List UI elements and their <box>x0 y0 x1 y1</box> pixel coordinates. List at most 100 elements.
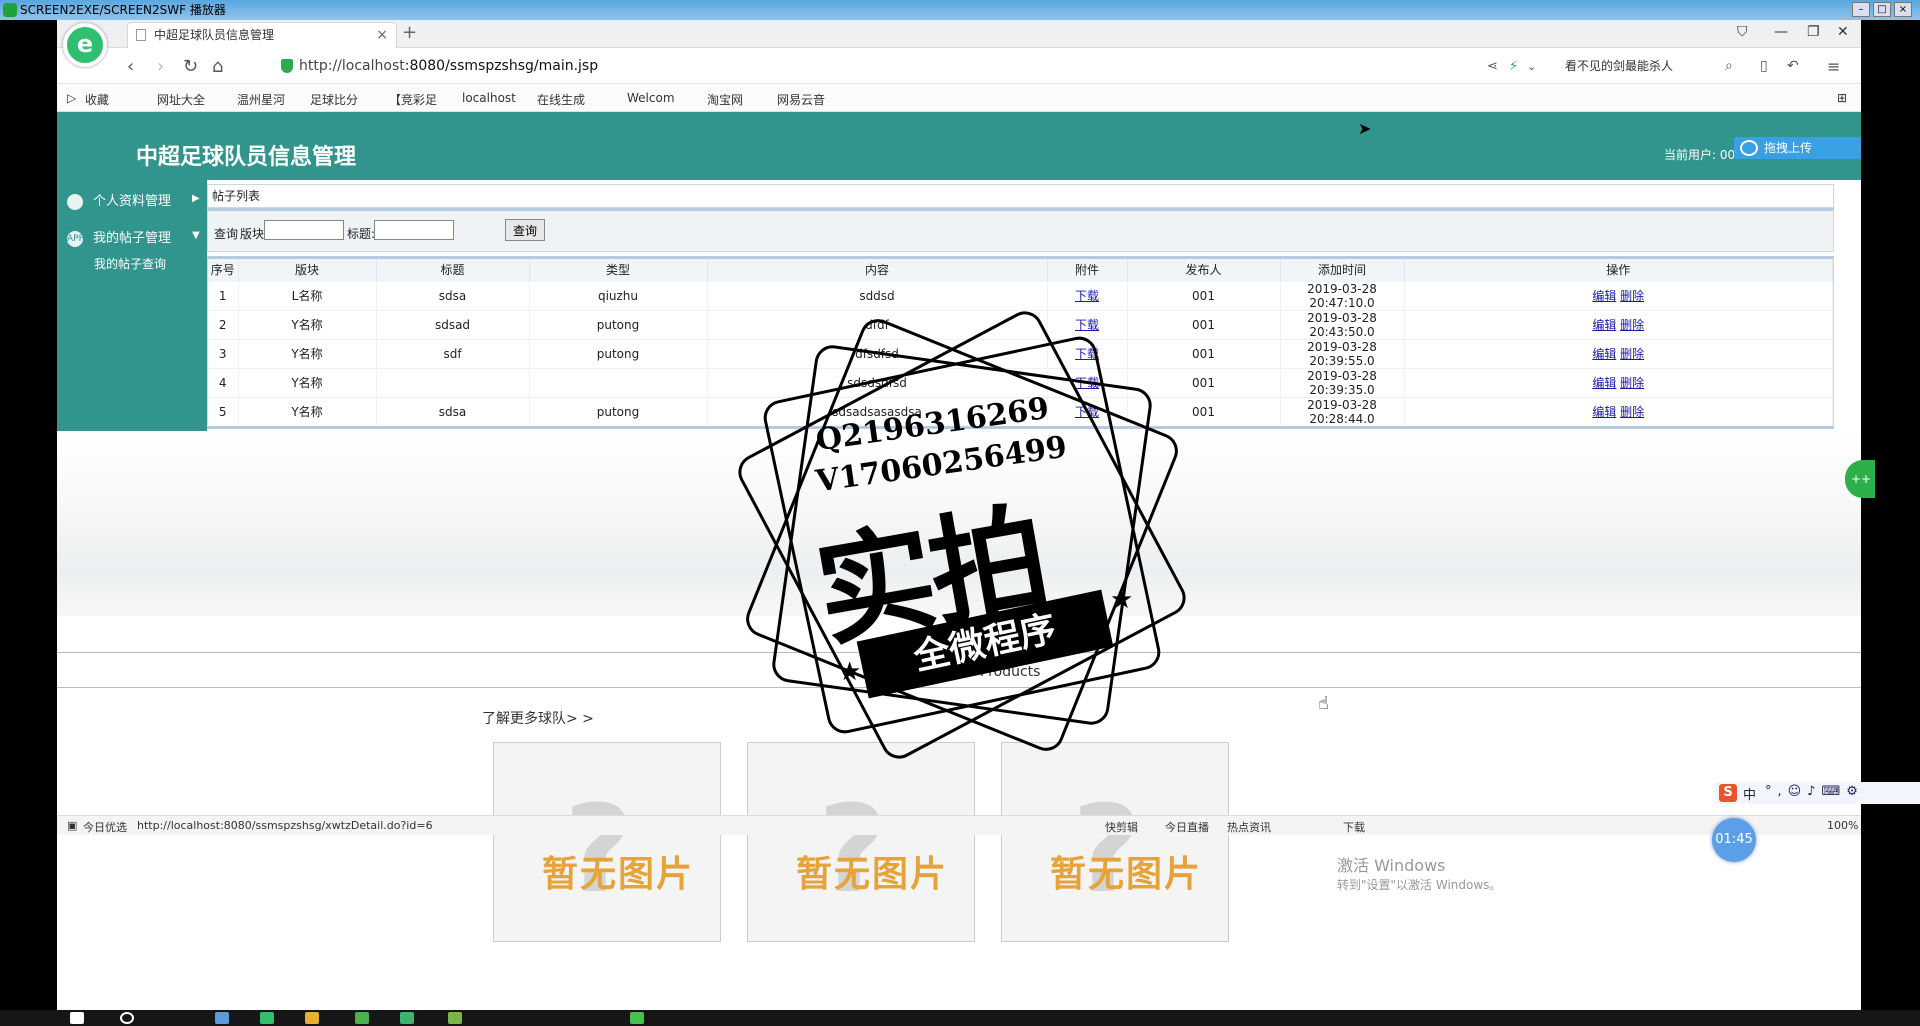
search-input[interactable]: 看不见的剑最能杀人 <box>1565 54 1725 78</box>
query-button[interactable]: 查询 <box>505 219 545 241</box>
cell-attach: 下载 <box>1047 338 1128 368</box>
ime-tool-icons[interactable]: °,☺♪⌨⚙ <box>1765 784 1864 799</box>
win-minimize-icon[interactable]: — <box>1774 24 1788 40</box>
edit-link[interactable]: 编辑 <box>1592 347 1616 361</box>
edit-link[interactable]: 编辑 <box>1592 405 1616 419</box>
bookmark-item[interactable]: 网址大全 <box>157 91 205 108</box>
sidebar-toggle-icon[interactable]: ▷ <box>67 91 76 105</box>
download-link[interactable]: 下载 <box>1075 405 1099 419</box>
back-icon[interactable]: ‹ <box>127 56 134 77</box>
delete-link[interactable]: 删除 <box>1620 405 1644 419</box>
wechat-icon[interactable] <box>630 1012 644 1024</box>
cell-poster: 001 <box>1127 367 1281 397</box>
bookmark-item[interactable]: 收藏 <box>85 91 109 108</box>
zoom-level[interactable]: 100% <box>1827 819 1858 832</box>
team-card[interactable]: ? 暂无图片 <box>493 742 721 942</box>
status-item[interactable]: 今日直播 <box>1165 819 1209 835</box>
bookmark-item[interactable]: Welcom <box>627 91 675 105</box>
ime-mode[interactable]: 中 <box>1743 784 1756 803</box>
bookmark-item[interactable]: localhost <box>462 91 516 105</box>
tab-close-icon[interactable]: × <box>376 23 388 47</box>
win-restore-icon[interactable]: ❐ <box>1807 24 1820 40</box>
bookmark-item[interactable]: 网易云音 <box>777 91 825 108</box>
status-item[interactable]: 快剪辑 <box>1105 819 1138 835</box>
cell-content: sdsdsdfsd <box>707 367 1048 397</box>
share-icon[interactable]: ⋖ <box>1487 59 1498 74</box>
edit-link[interactable]: 编辑 <box>1592 376 1616 390</box>
bookmark-item[interactable]: 【竞彩足 <box>389 91 437 108</box>
cell-section: Y名称 <box>238 367 377 397</box>
col-header: 操作 <box>1404 259 1833 281</box>
cortana-icon[interactable] <box>120 1012 134 1024</box>
title-input[interactable] <box>374 220 454 240</box>
delete-link[interactable]: 删除 <box>1620 289 1644 303</box>
status-bar: ▣ 今日优选 http://localhost:8080/ssmspzshsg/… <box>57 815 1861 835</box>
team-card[interactable]: ? 暂无图片 <box>747 742 975 942</box>
status-url: http://localhost:8080/ssmspzshsg/xwtzDet… <box>137 819 433 832</box>
chevron-down-icon[interactable]: ⌄ <box>1527 60 1536 73</box>
status-item[interactable]: 热点资讯 <box>1227 819 1271 835</box>
web-page: 中超足球队员信息管理 当前用户: 001 拖拽上传 个人资料管理 ▶ APP 我的… <box>57 112 1861 998</box>
cell-no: 5 <box>208 396 239 426</box>
close-icon[interactable]: × <box>1894 2 1912 17</box>
team-card[interactable]: ? 暂无图片 <box>1001 742 1229 942</box>
reload-icon[interactable]: ↻ <box>183 56 198 77</box>
status-left-label[interactable]: 今日优选 <box>83 819 127 835</box>
maximize-icon[interactable]: □ <box>1873 2 1891 17</box>
menu-icon[interactable]: ≡ <box>1827 57 1840 76</box>
new-tab-icon[interactable]: + <box>402 22 417 43</box>
delete-link[interactable]: 删除 <box>1620 376 1644 390</box>
delete-link[interactable]: 删除 <box>1620 347 1644 361</box>
win-close-icon[interactable]: ✕ <box>1837 24 1849 40</box>
forward-icon[interactable]: › <box>157 56 164 77</box>
app-icon[interactable] <box>448 1012 462 1024</box>
col-header: 序号 <box>208 259 239 281</box>
download-link[interactable]: 下载 <box>1075 318 1099 332</box>
sidebar-sub-item-post-query[interactable]: 我的帖子查询 <box>94 255 166 272</box>
section-input[interactable] <box>264 220 344 240</box>
sogou-icon[interactable]: S <box>1719 784 1737 802</box>
edit-link[interactable]: 编辑 <box>1592 289 1616 303</box>
sidebar-item-posts[interactable]: APP 我的帖子管理 <box>67 227 171 247</box>
minimize-icon[interactable]: – <box>1852 2 1870 17</box>
browser-logo-icon[interactable]: e <box>63 23 107 67</box>
app-icon[interactable] <box>355 1012 369 1024</box>
app-icon[interactable] <box>400 1012 414 1024</box>
tab-active[interactable]: 中超足球队员信息管理 × <box>127 22 397 48</box>
folder-icon[interactable] <box>305 1012 319 1024</box>
player-title: SCREEN2EXE/SCREEN2SWF 播放器 <box>20 3 226 17</box>
search-icon[interactable]: ⌕ <box>1725 58 1733 74</box>
app-icon[interactable] <box>215 1012 229 1024</box>
table-row: 3 Y名称 sdf putong dfsdfsd 下载 001 2019-03-… <box>208 338 1833 368</box>
start-icon[interactable] <box>70 1012 84 1024</box>
sidebar-item-profile[interactable]: 个人资料管理 <box>67 190 171 210</box>
bookmark-item[interactable]: 淘宝网 <box>707 91 743 108</box>
cell-attach: 下载 <box>1047 367 1128 397</box>
bookmark-item[interactable]: 在线生成 <box>537 91 585 108</box>
lightning-icon[interactable]: ⚡ <box>1509 59 1518 74</box>
shirt-icon[interactable]: ⛉ <box>1737 24 1748 40</box>
undo-icon[interactable]: ↶ <box>1787 58 1799 74</box>
chevron-right-icon: ▶ <box>192 193 200 204</box>
download-link[interactable]: 下载 <box>1075 376 1099 390</box>
divider <box>57 687 1861 688</box>
grid-icon[interactable]: ⊞ <box>1837 91 1847 105</box>
download-link[interactable]: 下载 <box>1075 289 1099 303</box>
cell-poster: 001 <box>1127 280 1281 310</box>
player-title-bar: SCREEN2EXE/SCREEN2SWF 播放器 – □ × <box>0 0 1920 20</box>
browser-taskbar-icon[interactable] <box>260 1012 274 1024</box>
upload-button[interactable]: 拖拽上传 <box>1734 137 1861 159</box>
bookmark-item[interactable]: 温州星河 <box>237 91 285 108</box>
status-item[interactable]: 下载 <box>1343 819 1365 835</box>
download-link[interactable]: 下载 <box>1075 347 1099 361</box>
url-field[interactable]: http://localhost:8080/ssmspzshsg/main.js… <box>299 58 598 74</box>
side-float-button[interactable]: ++ <box>1845 460 1875 498</box>
phone-icon[interactable]: ▯ <box>1760 58 1768 74</box>
bookmark-item[interactable]: 足球比分 <box>310 91 358 108</box>
delete-link[interactable]: 删除 <box>1620 318 1644 332</box>
sidebar: 个人资料管理 ▶ APP 我的帖子管理 ▼ 我的帖子查询 <box>57 180 207 431</box>
more-teams-link[interactable]: 了解更多球队> > <box>482 708 594 728</box>
gift-icon[interactable]: ▣ <box>67 819 77 832</box>
edit-link[interactable]: 编辑 <box>1592 318 1616 332</box>
home-icon[interactable]: ⌂ <box>212 56 223 77</box>
